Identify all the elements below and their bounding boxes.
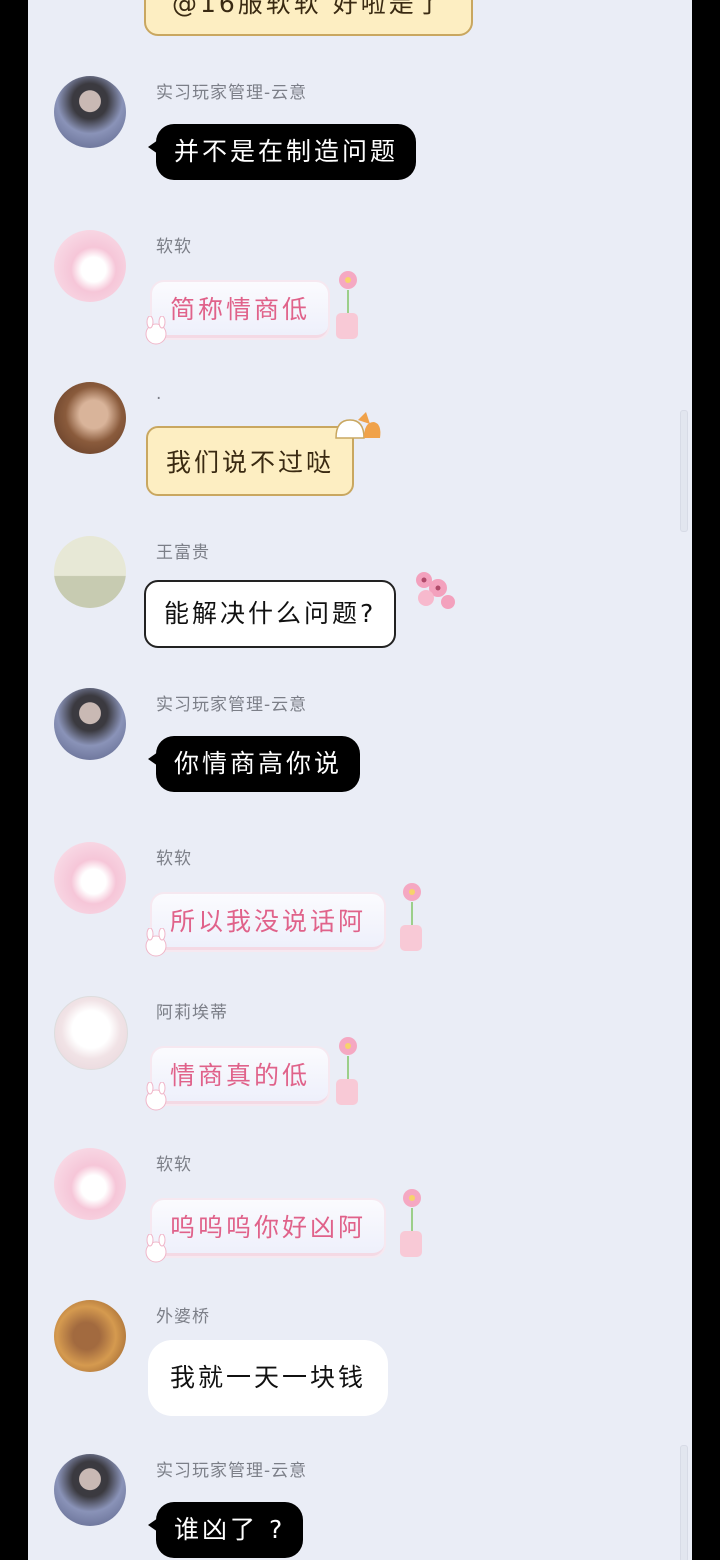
avatar[interactable] <box>54 1300 126 1372</box>
message-bubble[interactable]: 情商真的低 <box>152 1048 329 1104</box>
bunny-sticker-icon <box>145 1082 167 1111</box>
sender-name: 软软 <box>156 237 192 257</box>
message-bubble[interactable]: 简称情商低 <box>152 282 329 338</box>
avatar[interactable] <box>54 688 126 760</box>
avatar[interactable] <box>54 1148 126 1220</box>
sender-name: 实习玩家管理-云意 <box>156 83 308 103</box>
bunny-sticker-icon <box>145 1234 167 1263</box>
message-bubble[interactable]: 你情商高你说 <box>147 736 361 792</box>
avatar[interactable] <box>54 76 126 148</box>
avatar[interactable] <box>54 230 126 302</box>
message-bubble[interactable]: 我们说不过哒 <box>146 426 355 496</box>
message-bubble[interactable]: 谁凶了 ? <box>147 1502 304 1558</box>
sender-name: 外婆桥 <box>156 1307 210 1327</box>
message-bubble[interactable]: @16服软软 好啦是了 <box>144 0 473 36</box>
sender-name: 软软 <box>156 849 192 869</box>
sender-name: 阿莉埃蒂 <box>156 1003 228 1023</box>
avatar[interactable] <box>54 536 126 608</box>
flower-sticker-icon <box>400 883 422 951</box>
scrollbar[interactable] <box>680 410 688 532</box>
message-bubble[interactable]: 呜呜呜你好凶阿 <box>152 1200 385 1256</box>
sender-name: . <box>156 384 163 404</box>
avatar[interactable] <box>54 842 126 914</box>
sender-name: 软软 <box>156 1155 192 1175</box>
message-bubble[interactable]: 能解决什么问题? <box>144 580 397 648</box>
flower-sticker-icon <box>400 1189 422 1257</box>
flower-sticker-icon <box>336 271 358 339</box>
sender-name: 王富贵 <box>156 543 210 563</box>
flower-sticker-icon <box>336 1037 358 1105</box>
avatar[interactable] <box>54 382 126 454</box>
message-bubble[interactable]: 并不是在制造问题 <box>147 124 417 180</box>
message-bubble[interactable]: 我就一天一块钱 <box>148 1340 389 1416</box>
cat-sticker-icon <box>335 412 381 439</box>
sender-name: 实习玩家管理-云意 <box>156 695 308 715</box>
bunny-sticker-icon <box>145 928 167 957</box>
sender-name: 实习玩家管理-云意 <box>156 1461 308 1481</box>
avatar[interactable] <box>54 996 128 1070</box>
bunny-sticker-icon <box>145 316 167 345</box>
avatar[interactable] <box>54 1454 126 1526</box>
blossom-sticker-icon <box>416 572 455 609</box>
message-bubble[interactable]: 所以我没说话阿 <box>152 894 385 950</box>
scrollbar-lower[interactable] <box>680 1445 688 1560</box>
chat-area[interactable]: @16服软软 好啦是了 实习玩家管理-云意 并不是在制造问题 软软 简称情商低 … <box>28 0 692 1560</box>
